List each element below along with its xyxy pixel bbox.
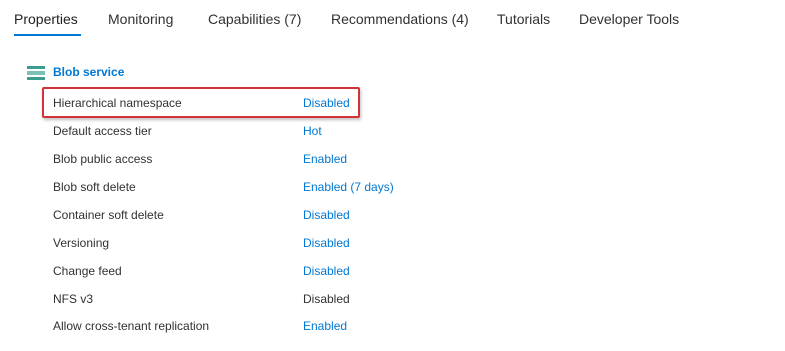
property-value-link[interactable]: Enabled xyxy=(303,316,347,336)
property-row-blob-public-access: Blob public access Enabled xyxy=(0,149,785,169)
property-label: Default access tier xyxy=(53,124,152,138)
tab-bar: Properties Monitoring Capabilities (7) R… xyxy=(0,0,785,40)
tab-properties[interactable]: Properties xyxy=(14,10,78,28)
property-row-versioning: Versioning Disabled xyxy=(0,233,785,253)
property-row-blob-soft-delete: Blob soft delete Enabled (7 days) xyxy=(0,177,785,197)
active-tab-indicator xyxy=(14,34,81,36)
property-label: Allow cross-tenant replication xyxy=(53,319,210,333)
property-row-cross-tenant-replication: Allow cross-tenant replication Enabled xyxy=(0,316,785,336)
property-value-link[interactable]: Enabled (7 days) xyxy=(303,177,394,197)
property-label: Change feed xyxy=(53,264,122,278)
highlight-annotation-box xyxy=(42,87,360,118)
property-label: Blob public access xyxy=(53,152,153,166)
property-label: Versioning xyxy=(53,236,110,250)
property-label: Container soft delete xyxy=(53,208,164,222)
property-row-change-feed: Change feed Disabled xyxy=(0,261,785,281)
tab-developer-tools[interactable]: Developer Tools xyxy=(579,10,679,28)
property-value: Disabled xyxy=(303,292,350,306)
section-title[interactable]: Blob service xyxy=(53,63,124,81)
tab-tutorials[interactable]: Tutorials xyxy=(497,10,550,28)
tab-recommendations[interactable]: Recommendations (4) xyxy=(331,10,469,28)
property-row-default-access-tier: Default access tier Hot xyxy=(0,121,785,141)
property-row-nfs-v3: NFS v3 Disabled xyxy=(0,289,785,309)
property-value-link[interactable]: Disabled xyxy=(303,233,350,253)
tab-capabilities[interactable]: Capabilities (7) xyxy=(208,10,301,28)
property-value-link[interactable]: Enabled xyxy=(303,149,347,169)
property-value-link[interactable]: Disabled xyxy=(303,205,350,225)
blob-service-icon xyxy=(27,66,45,80)
property-value-link[interactable]: Disabled xyxy=(303,261,350,281)
property-row-container-soft-delete: Container soft delete Disabled xyxy=(0,205,785,225)
property-value-link[interactable]: Hot xyxy=(303,121,322,141)
property-label: NFS v3 xyxy=(53,292,94,306)
property-label: Blob soft delete xyxy=(53,180,136,194)
tab-monitoring[interactable]: Monitoring xyxy=(108,10,173,28)
